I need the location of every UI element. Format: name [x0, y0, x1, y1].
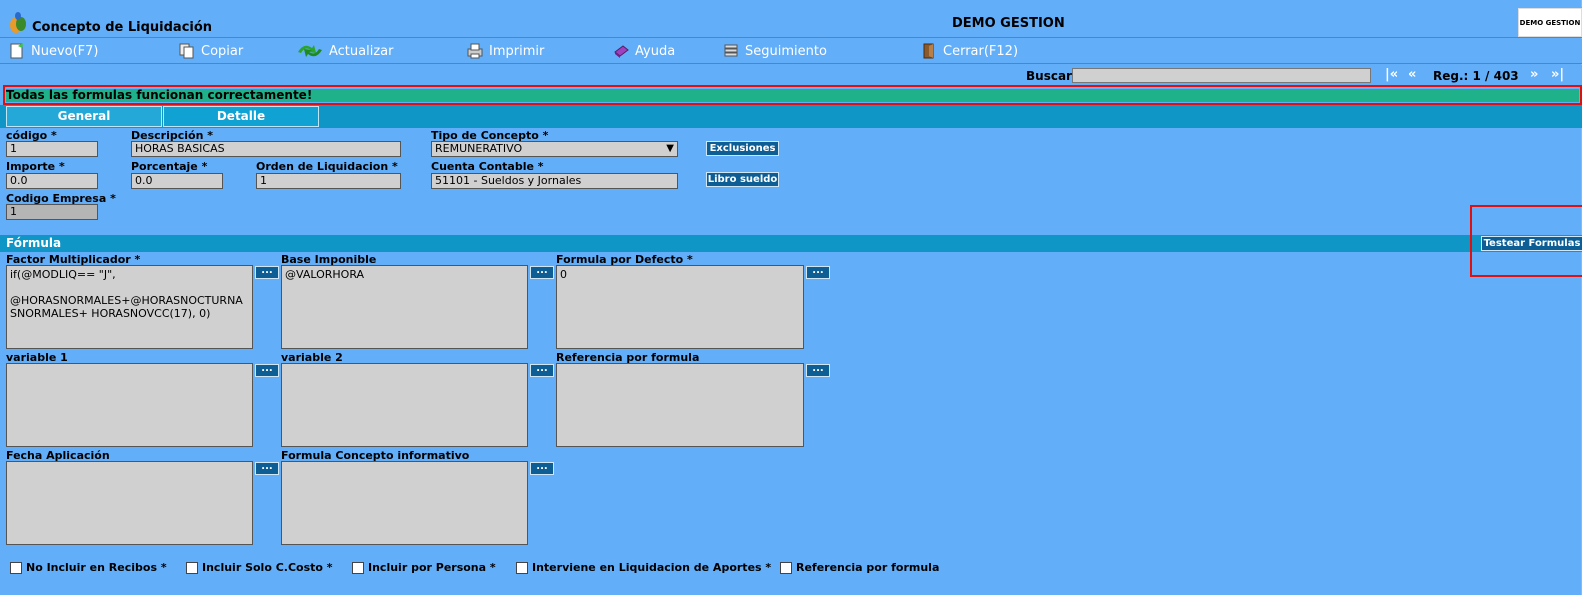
title-bar: Concepto de Liquidación DEMO GESTION DEM…: [0, 7, 1582, 38]
test-button-highlight-outline: [1470, 205, 1586, 277]
checkbox-box[interactable]: [516, 561, 528, 574]
new-document-icon: [10, 43, 23, 59]
checkbox-label: Incluir por Persona *: [368, 561, 496, 574]
variable1-expand-button[interactable]: ...: [255, 364, 279, 377]
window-right-gap: [1582, 0, 1592, 595]
help-button[interactable]: Ayuda: [612, 42, 675, 60]
defecto-textarea[interactable]: 0: [556, 265, 804, 349]
printer-icon: [467, 43, 483, 59]
referencia-expand-button[interactable]: ...: [806, 364, 830, 377]
copy-button-label: Copiar: [201, 43, 244, 59]
checkbox-label: Referencia por formula: [796, 561, 940, 574]
app-logo-icon: [10, 12, 26, 33]
descripcion-field[interactable]: HORAS BASICAS: [131, 141, 401, 157]
last-record-button[interactable]: »|: [1551, 67, 1564, 82]
libro-sueldo-button[interactable]: Libro sueldo: [706, 172, 779, 187]
tab-general[interactable]: General: [6, 106, 162, 127]
help-button-label: Ayuda: [635, 43, 676, 59]
informativo-expand-button[interactable]: ...: [530, 462, 554, 475]
window-title: Concepto de Liquidación: [32, 20, 213, 35]
checkbox-box[interactable]: [10, 561, 22, 574]
checkbox-box[interactable]: [780, 561, 792, 574]
orden-label: Orden de Liquidacion *: [256, 160, 398, 173]
first-record-button[interactable]: |«: [1385, 67, 1398, 82]
referencia-textarea[interactable]: [556, 363, 804, 447]
checkbox-box[interactable]: [352, 561, 364, 574]
update-button[interactable]: Actualizar: [296, 42, 393, 60]
base-textarea[interactable]: @VALORHORA: [281, 265, 528, 349]
toolbar: Nuevo(F7) Copiar Actualizar Imprimir Ayu…: [0, 39, 1582, 64]
company-name: DEMO GESTION: [952, 16, 1065, 31]
fecha-expand-button[interactable]: ...: [255, 462, 279, 475]
next-record-button[interactable]: »: [1530, 67, 1538, 82]
tracking-button-label: Seguimiento: [745, 43, 827, 59]
formula-section-title: Fórmula: [6, 236, 62, 250]
checkbox-no-incluir-recibos[interactable]: No Incluir en Recibos *: [10, 561, 167, 574]
codigo-empresa-field: 1: [6, 204, 98, 220]
checkbox-label: Interviene en Liquidacion de Aportes *: [532, 561, 772, 574]
search-input[interactable]: [1072, 68, 1371, 83]
checkbox-incluir-por-persona[interactable]: Incluir por Persona *: [352, 561, 496, 574]
print-button[interactable]: Imprimir: [466, 42, 544, 60]
tab-strip: General Detalle: [0, 105, 1582, 128]
print-button-label: Imprimir: [489, 43, 545, 59]
chevron-down-icon: ▼: [666, 143, 674, 154]
checkbox-interviene-aportes[interactable]: Interviene en Liquidacion de Aportes *: [516, 561, 771, 574]
exit-door-icon: [923, 43, 934, 59]
informativo-textarea[interactable]: [281, 461, 528, 545]
tracking-icon: [724, 44, 738, 57]
porcentaje-label: Porcentaje *: [131, 160, 208, 173]
close-button-label: Cerrar(F12): [943, 43, 1019, 59]
tracking-button[interactable]: Seguimiento: [722, 42, 827, 60]
variable1-textarea[interactable]: [6, 363, 253, 447]
new-button-label: Nuevo(F7): [31, 43, 99, 59]
status-highlight-outline: [3, 85, 1582, 105]
checkbox-incluir-solo-ccosto[interactable]: Incluir Solo C.Costo *: [186, 561, 333, 574]
record-counter: Reg.: 1 / 403: [1433, 69, 1519, 83]
codigo-field[interactable]: 1: [6, 141, 98, 157]
orden-field[interactable]: 1: [256, 173, 401, 189]
form-window: Concepto de Liquidación DEMO GESTION DEM…: [0, 0, 1586, 595]
variable2-expand-button[interactable]: ...: [530, 364, 554, 377]
new-button[interactable]: Nuevo(F7): [8, 42, 99, 60]
company-logo: DEMO GESTION: [1518, 8, 1582, 37]
checkbox-label: Incluir Solo C.Costo *: [202, 561, 333, 574]
copy-icon: [179, 43, 194, 59]
exclusiones-button[interactable]: Exclusiones: [706, 141, 779, 156]
base-expand-button[interactable]: ...: [530, 266, 554, 279]
help-book-icon: [614, 45, 629, 58]
tipo-concepto-value: REMUNERATIVO: [435, 142, 523, 155]
checkbox-box[interactable]: [186, 561, 198, 574]
checkbox-referencia-por-formula[interactable]: Referencia por formula: [780, 561, 939, 574]
importe-field[interactable]: 0.0: [6, 173, 98, 189]
previous-record-button[interactable]: «: [1408, 67, 1416, 82]
variable2-textarea[interactable]: [281, 363, 528, 447]
cuenta-label: Cuenta Contable *: [431, 160, 544, 173]
factor-textarea[interactable]: if(@MODLIQ== "J", @HORASNORMALES+@HORASN…: [6, 265, 253, 349]
cuenta-field[interactable]: 51101 - Sueldos y Jornales: [431, 173, 678, 189]
tipo-concepto-select[interactable]: REMUNERATIVO ▼: [431, 141, 678, 157]
refresh-icon: [298, 45, 322, 57]
search-label: Buscar: [1026, 69, 1072, 83]
search-row: Buscar |« « Reg.: 1 / 403 » »|: [0, 65, 1582, 85]
importe-label: Importe *: [6, 160, 65, 173]
copy-button[interactable]: Copiar: [178, 42, 243, 60]
checkbox-label: No Incluir en Recibos *: [26, 561, 167, 574]
formula-section-header: Fórmula Testear Formulas: [0, 235, 1583, 252]
defecto-expand-button[interactable]: ...: [806, 266, 830, 279]
factor-expand-button[interactable]: ...: [255, 266, 279, 279]
update-button-label: Actualizar: [329, 43, 394, 59]
fecha-textarea[interactable]: [6, 461, 253, 545]
tab-detalle[interactable]: Detalle: [163, 106, 319, 127]
porcentaje-field[interactable]: 0.0: [131, 173, 223, 189]
close-button[interactable]: Cerrar(F12): [920, 42, 1018, 60]
